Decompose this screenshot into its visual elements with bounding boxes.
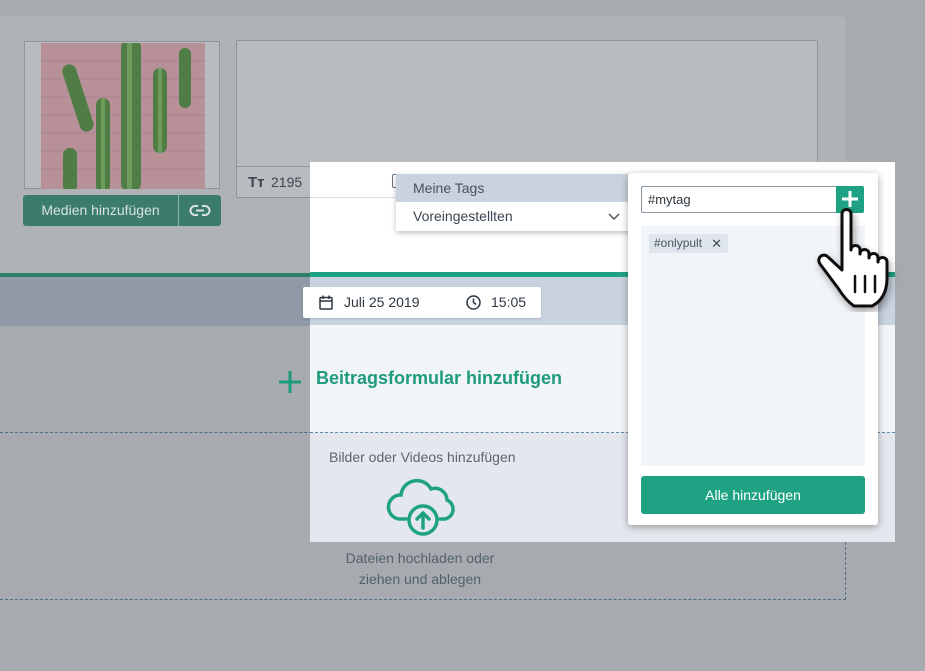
cactus-image bbox=[41, 43, 205, 189]
plus-icon[interactable] bbox=[278, 370, 302, 394]
cloud-upload-icon[interactable] bbox=[386, 473, 460, 537]
calendar-icon bbox=[319, 295, 333, 310]
character-counter: Tт 2195 bbox=[236, 167, 315, 198]
button-divider bbox=[178, 195, 179, 226]
tag-set-dropdown[interactable]: Meine Tags Voreingestellten bbox=[396, 174, 632, 231]
hashtag-input[interactable] bbox=[641, 186, 837, 213]
schedule-date[interactable]: Juli 25 2019 bbox=[344, 294, 420, 310]
add-media-label: Medien hinzufügen bbox=[41, 202, 160, 218]
dropzone-hint-line1: Dateien hochladen oder bbox=[345, 550, 495, 566]
pointer-hand-icon bbox=[817, 208, 889, 308]
tag-set-header: Meine Tags bbox=[396, 174, 632, 202]
hashtag-chip-label: #onlypult bbox=[654, 236, 703, 250]
dropzone-hint: Dateien hochladen oder ziehen und ablege… bbox=[340, 548, 500, 590]
clock-icon bbox=[466, 295, 481, 310]
dropzone-hint-line2: ziehen und ablegen bbox=[358, 571, 482, 587]
chevron-down-icon[interactable] bbox=[608, 213, 620, 221]
tag-set-selected[interactable]: Voreingestellten bbox=[396, 202, 632, 231]
schedule-picker[interactable]: Juli 25 2019 15:05 bbox=[303, 287, 541, 318]
add-media-button[interactable]: Medien hinzufügen bbox=[23, 195, 221, 226]
schedule-time[interactable]: 15:05 bbox=[491, 294, 526, 310]
upload-section-label: Bilder oder Videos hinzufügen bbox=[329, 449, 516, 465]
text-size-icon: Tт bbox=[248, 174, 265, 191]
character-count: 2195 bbox=[271, 174, 303, 190]
hashtag-chip: #onlypult ✕ bbox=[649, 234, 729, 253]
media-preview[interactable] bbox=[24, 41, 220, 189]
add-post-form-label: Beitragsformular hinzufügen bbox=[316, 368, 563, 388]
close-icon[interactable]: ✕ bbox=[711, 234, 722, 253]
add-all-button[interactable]: Alle hinzufügen bbox=[641, 476, 865, 514]
link-icon[interactable] bbox=[189, 202, 211, 219]
